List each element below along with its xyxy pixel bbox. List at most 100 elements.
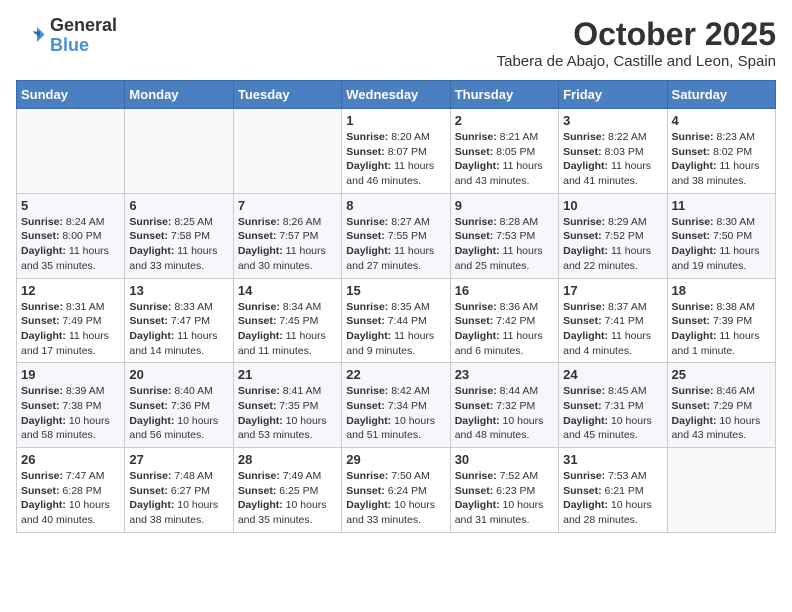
table-row: 15 Sunrise: 8:35 AMSunset: 7:44 PMDayligh… (342, 278, 450, 363)
day-info: Sunrise: 8:29 AMSunset: 7:52 PMDaylight:… (563, 215, 662, 274)
day-number: 4 (672, 113, 771, 128)
day-number: 20 (129, 367, 228, 382)
table-row: 4 Sunrise: 8:23 AMSunset: 8:02 PMDaylight… (667, 109, 775, 194)
table-row: 10 Sunrise: 8:29 AMSunset: 7:52 PMDayligh… (559, 193, 667, 278)
table-row (125, 109, 233, 194)
day-info: Sunrise: 8:40 AMSunset: 7:36 PMDaylight:… (129, 384, 228, 443)
header-tuesday: Tuesday (233, 81, 341, 109)
day-info: Sunrise: 8:45 AMSunset: 7:31 PMDaylight:… (563, 384, 662, 443)
day-number: 31 (563, 452, 662, 467)
table-row: 23 Sunrise: 8:44 AMSunset: 7:32 PMDayligh… (450, 363, 558, 448)
day-info: Sunrise: 8:23 AMSunset: 8:02 PMDaylight:… (672, 130, 771, 189)
day-info: Sunrise: 8:39 AMSunset: 7:38 PMDaylight:… (21, 384, 120, 443)
table-row: 31 Sunrise: 7:53 AMSunset: 6:21 PMDayligh… (559, 448, 667, 533)
day-info: Sunrise: 8:35 AMSunset: 7:44 PMDaylight:… (346, 300, 445, 359)
day-number: 10 (563, 198, 662, 213)
day-info: Sunrise: 8:30 AMSunset: 7:50 PMDaylight:… (672, 215, 771, 274)
day-info: Sunrise: 8:34 AMSunset: 7:45 PMDaylight:… (238, 300, 337, 359)
logo-blue: Blue (50, 35, 89, 55)
day-info: Sunrise: 8:31 AMSunset: 7:49 PMDaylight:… (21, 300, 120, 359)
day-number: 28 (238, 452, 337, 467)
day-number: 2 (455, 113, 554, 128)
day-number: 29 (346, 452, 445, 467)
calendar-week-2: 5Sunrise: 8:24 AMSunset: 8:00 PMDaylight… (17, 193, 776, 278)
day-info: Sunrise: 8:21 AMSunset: 8:05 PMDaylight:… (455, 130, 554, 189)
day-number: 23 (455, 367, 554, 382)
day-info: Sunrise: 8:44 AMSunset: 7:32 PMDaylight:… (455, 384, 554, 443)
day-info: Sunrise: 8:27 AMSunset: 7:55 PMDaylight:… (346, 215, 445, 274)
header-friday: Friday (559, 81, 667, 109)
day-number: 15 (346, 283, 445, 298)
day-info: Sunrise: 8:22 AMSunset: 8:03 PMDaylight:… (563, 130, 662, 189)
day-number: 17 (563, 283, 662, 298)
table-row: 28 Sunrise: 7:49 AMSunset: 6:25 PMDayligh… (233, 448, 341, 533)
calendar-header-row: Sunday Monday Tuesday Wednesday Thursday… (17, 81, 776, 109)
logo-text: General Blue (50, 16, 117, 56)
table-row: 17 Sunrise: 8:37 AMSunset: 7:41 PMDayligh… (559, 278, 667, 363)
table-row (17, 109, 125, 194)
day-number: 7 (238, 198, 337, 213)
day-info: Sunrise: 8:41 AMSunset: 7:35 PMDaylight:… (238, 384, 337, 443)
day-info: Sunrise: 7:48 AMSunset: 6:27 PMDaylight:… (129, 469, 228, 528)
table-row: 24 Sunrise: 8:45 AMSunset: 7:31 PMDayligh… (559, 363, 667, 448)
table-row: 1 Sunrise: 8:20 AMSunset: 8:07 PMDaylight… (342, 109, 450, 194)
day-number: 21 (238, 367, 337, 382)
header-saturday: Saturday (667, 81, 775, 109)
table-row: 26 Sunrise: 7:47 AMSunset: 6:28 PMDayligh… (17, 448, 125, 533)
table-row: 8 Sunrise: 8:27 AMSunset: 7:55 PMDaylight… (342, 193, 450, 278)
table-row: 27 Sunrise: 7:48 AMSunset: 6:27 PMDayligh… (125, 448, 233, 533)
logo: General Blue (16, 16, 117, 56)
day-info: Sunrise: 8:20 AMSunset: 8:07 PMDaylight:… (346, 130, 445, 189)
day-number: 5 (21, 198, 120, 213)
day-info: Sunrise: 8:46 AMSunset: 7:29 PMDaylight:… (672, 384, 771, 443)
header-sunday: Sunday (17, 81, 125, 109)
day-info: Sunrise: 8:37 AMSunset: 7:41 PMDaylight:… (563, 300, 662, 359)
day-info: Sunrise: 8:38 AMSunset: 7:39 PMDaylight:… (672, 300, 771, 359)
day-number: 14 (238, 283, 337, 298)
day-number: 6 (129, 198, 228, 213)
logo-icon (16, 21, 46, 51)
day-info: Sunrise: 8:36 AMSunset: 7:42 PMDaylight:… (455, 300, 554, 359)
day-number: 1 (346, 113, 445, 128)
day-number: 18 (672, 283, 771, 298)
day-info: Sunrise: 7:52 AMSunset: 6:23 PMDaylight:… (455, 469, 554, 528)
day-info: Sunrise: 8:42 AMSunset: 7:34 PMDaylight:… (346, 384, 445, 443)
day-info: Sunrise: 8:25 AMSunset: 7:58 PMDaylight:… (129, 215, 228, 274)
day-info: Sunrise: 8:33 AMSunset: 7:47 PMDaylight:… (129, 300, 228, 359)
day-number: 3 (563, 113, 662, 128)
day-info: Sunrise: 7:47 AMSunset: 6:28 PMDaylight:… (21, 469, 120, 528)
calendar-table: Sunday Monday Tuesday Wednesday Thursday… (16, 80, 776, 533)
calendar-week-5: 26 Sunrise: 7:47 AMSunset: 6:28 PMDayligh… (17, 448, 776, 533)
day-number: 27 (129, 452, 228, 467)
day-number: 11 (672, 198, 771, 213)
day-number: 16 (455, 283, 554, 298)
calendar-week-3: 12Sunrise: 8:31 AMSunset: 7:49 PMDayligh… (17, 278, 776, 363)
calendar-week-1: 1 Sunrise: 8:20 AMSunset: 8:07 PMDaylight… (17, 109, 776, 194)
day-number: 24 (563, 367, 662, 382)
month-title: October 2025 (497, 16, 776, 53)
table-row: 6 Sunrise: 8:25 AMSunset: 7:58 PMDaylight… (125, 193, 233, 278)
day-info: Sunrise: 7:53 AMSunset: 6:21 PMDaylight:… (563, 469, 662, 528)
table-row: 29Sunrise: 7:50 AMSunset: 6:24 PMDayligh… (342, 448, 450, 533)
day-number: 9 (455, 198, 554, 213)
day-number: 22 (346, 367, 445, 382)
table-row: 11 Sunrise: 8:30 AMSunset: 7:50 PMDayligh… (667, 193, 775, 278)
logo-general: General (50, 15, 117, 35)
title-area: October 2025 Tabera de Abajo, Castille a… (497, 16, 776, 70)
day-number: 8 (346, 198, 445, 213)
table-row: 2 Sunrise: 8:21 AMSunset: 8:05 PMDaylight… (450, 109, 558, 194)
day-number: 25 (672, 367, 771, 382)
location-subtitle: Tabera de Abajo, Castille and Leon, Spai… (497, 53, 776, 70)
table-row (233, 109, 341, 194)
day-number: 13 (129, 283, 228, 298)
table-row (667, 448, 775, 533)
day-info: Sunrise: 7:49 AMSunset: 6:25 PMDaylight:… (238, 469, 337, 528)
table-row: 7Sunrise: 8:26 AMSunset: 7:57 PMDaylight… (233, 193, 341, 278)
day-number: 26 (21, 452, 120, 467)
table-row: 18 Sunrise: 8:38 AMSunset: 7:39 PMDayligh… (667, 278, 775, 363)
header-wednesday: Wednesday (342, 81, 450, 109)
table-row: 19 Sunrise: 8:39 AMSunset: 7:38 PMDayligh… (17, 363, 125, 448)
table-row: 25 Sunrise: 8:46 AMSunset: 7:29 PMDayligh… (667, 363, 775, 448)
day-number: 19 (21, 367, 120, 382)
table-row: 12Sunrise: 8:31 AMSunset: 7:49 PMDayligh… (17, 278, 125, 363)
